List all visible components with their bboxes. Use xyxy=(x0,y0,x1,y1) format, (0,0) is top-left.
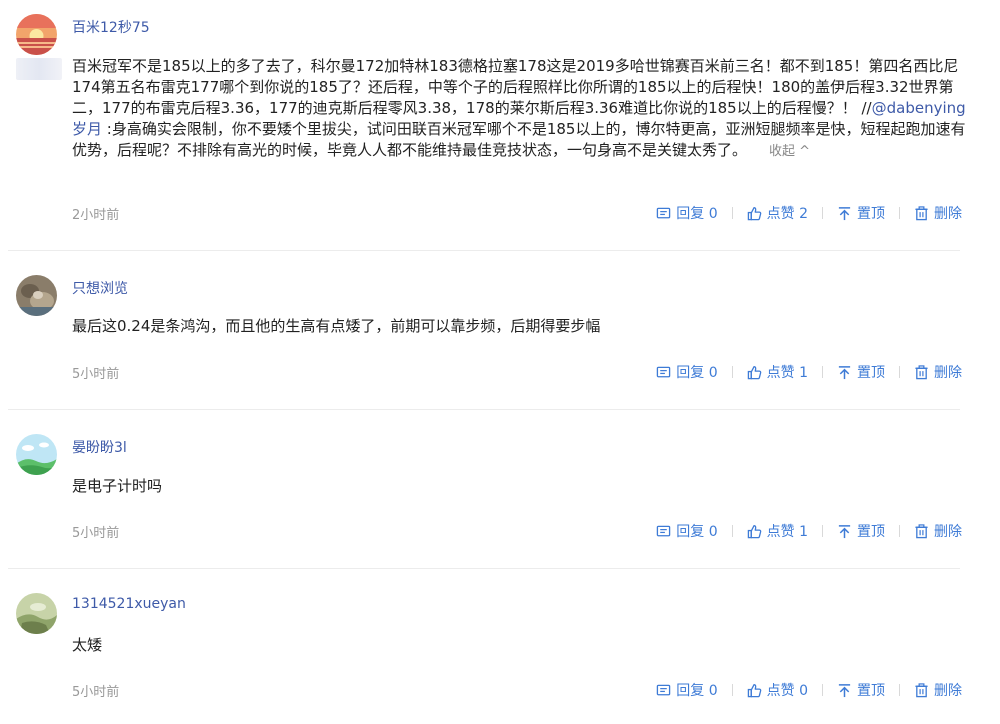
divider xyxy=(731,684,733,696)
timestamp: 2小时前 xyxy=(72,208,120,223)
comment-text: 最后这0.24是条鸿沟，而且他的生高有点矮了，前期可以靠步频，后期得要步幅 xyxy=(72,317,601,335)
delete-button[interactable]: 删除 xyxy=(914,680,962,700)
timestamp: 5小时前 xyxy=(72,526,120,541)
like-button[interactable]: 点赞 0 xyxy=(747,680,808,700)
avatar[interactable] xyxy=(16,275,57,316)
username[interactable]: 晏盼盼3l xyxy=(72,437,127,457)
blurred-badge xyxy=(16,58,62,80)
pin-label: 置顶 xyxy=(857,524,885,540)
pin-button[interactable]: 置顶 xyxy=(837,680,885,700)
pin-button[interactable]: 置顶 xyxy=(837,362,885,382)
reply-count: 回复 0 xyxy=(676,206,718,222)
pin-button[interactable]: 置顶 xyxy=(837,521,885,541)
comment-icon xyxy=(657,525,671,536)
reply-button[interactable]: 回复 0 xyxy=(656,203,718,223)
thumbs-up-icon xyxy=(747,206,761,220)
comment-text-part: 百米冠军不是185以上的多了去了，科尔曼172加特林183德格拉塞178这是20… xyxy=(72,57,959,117)
pin-label: 置顶 xyxy=(857,206,885,222)
comment-text: 百米冠军不是185以上的多了去了，科尔曼172加特林183德格拉塞178这是20… xyxy=(72,56,967,162)
avatar[interactable] xyxy=(16,434,57,475)
trash-icon xyxy=(915,364,928,379)
thumbs-up-icon xyxy=(747,365,761,379)
comment-divider xyxy=(8,250,960,251)
comment-divider xyxy=(8,409,960,410)
comment-icon xyxy=(657,366,671,377)
comment-divider xyxy=(8,568,960,569)
reply-count: 回复 0 xyxy=(676,524,718,540)
pin-button[interactable]: 置顶 xyxy=(837,203,885,223)
comment-text-part: :身高确实会限制，你不要矮个里拔尖，试问田联百米冠军哪个不是185以上的，博尔特… xyxy=(72,120,966,159)
like-button[interactable]: 点赞 1 xyxy=(747,362,808,382)
divider xyxy=(822,366,823,378)
divider xyxy=(731,525,733,537)
delete-button[interactable]: 删除 xyxy=(914,521,962,541)
comment-icon xyxy=(657,684,671,695)
reply-button[interactable]: 回复 0 xyxy=(656,521,718,541)
reply-button[interactable]: 回复 0 xyxy=(656,362,718,382)
action-bar: 回复 0 点赞 1 置顶 删除 xyxy=(656,362,962,382)
reply-count: 回复 0 xyxy=(676,365,718,381)
divider xyxy=(899,684,900,696)
pin-top-icon xyxy=(838,206,851,220)
photo-avatar-icon xyxy=(16,275,57,316)
delete-label: 删除 xyxy=(934,524,962,540)
reply-count: 回复 0 xyxy=(676,683,718,699)
divider xyxy=(899,525,900,537)
trash-icon xyxy=(915,205,928,220)
like-count: 点赞 1 xyxy=(766,365,808,381)
username[interactable]: 只想浏览 xyxy=(72,278,128,298)
divider xyxy=(899,366,900,378)
timestamp: 5小时前 xyxy=(72,685,120,700)
collapse-toggle[interactable]: 收起 ^ xyxy=(769,144,810,159)
like-button[interactable]: 点赞 1 xyxy=(747,521,808,541)
like-count: 点赞 1 xyxy=(766,524,808,540)
delete-label: 删除 xyxy=(934,365,962,381)
pin-top-icon xyxy=(838,524,851,538)
divider xyxy=(822,207,823,219)
username[interactable]: 1314521xueyan xyxy=(72,596,186,612)
thumbs-up-icon xyxy=(747,524,761,538)
nature-avatar-icon xyxy=(16,593,57,634)
delete-label: 删除 xyxy=(934,683,962,699)
divider xyxy=(822,525,823,537)
reply-button[interactable]: 回复 0 xyxy=(656,680,718,700)
like-count: 点赞 2 xyxy=(766,206,808,222)
sunset-avatar-icon xyxy=(16,14,57,55)
comment-icon xyxy=(657,207,671,218)
pin-top-icon xyxy=(838,365,851,379)
avatar[interactable] xyxy=(16,593,57,634)
action-bar: 回复 0 点赞 1 置顶 删除 xyxy=(656,521,962,541)
like-button[interactable]: 点赞 2 xyxy=(747,203,808,223)
thumbs-up-icon xyxy=(747,683,761,697)
divider xyxy=(731,366,733,378)
comment-text: 太矮 xyxy=(72,636,103,654)
divider xyxy=(822,684,823,696)
action-bar: 回复 0 点赞 0 置顶 删除 xyxy=(656,680,962,700)
avatar[interactable] xyxy=(16,14,57,55)
pin-label: 置顶 xyxy=(857,683,885,699)
delete-label: 删除 xyxy=(934,206,962,222)
delete-button[interactable]: 删除 xyxy=(914,362,962,382)
comment-text: 是电子计时吗 xyxy=(72,477,163,495)
like-count: 点赞 0 xyxy=(766,683,808,699)
delete-button[interactable]: 删除 xyxy=(914,203,962,223)
trash-icon xyxy=(915,682,928,697)
trash-icon xyxy=(915,523,928,538)
action-bar: 回复 0 点赞 2 置顶 删除 xyxy=(656,203,962,223)
landscape-avatar-icon xyxy=(16,434,57,475)
username[interactable]: 百米12秒75 xyxy=(72,17,150,37)
pin-label: 置顶 xyxy=(857,365,885,381)
pin-top-icon xyxy=(838,683,851,697)
timestamp: 5小时前 xyxy=(72,367,120,382)
divider xyxy=(899,207,900,219)
divider xyxy=(731,207,733,219)
